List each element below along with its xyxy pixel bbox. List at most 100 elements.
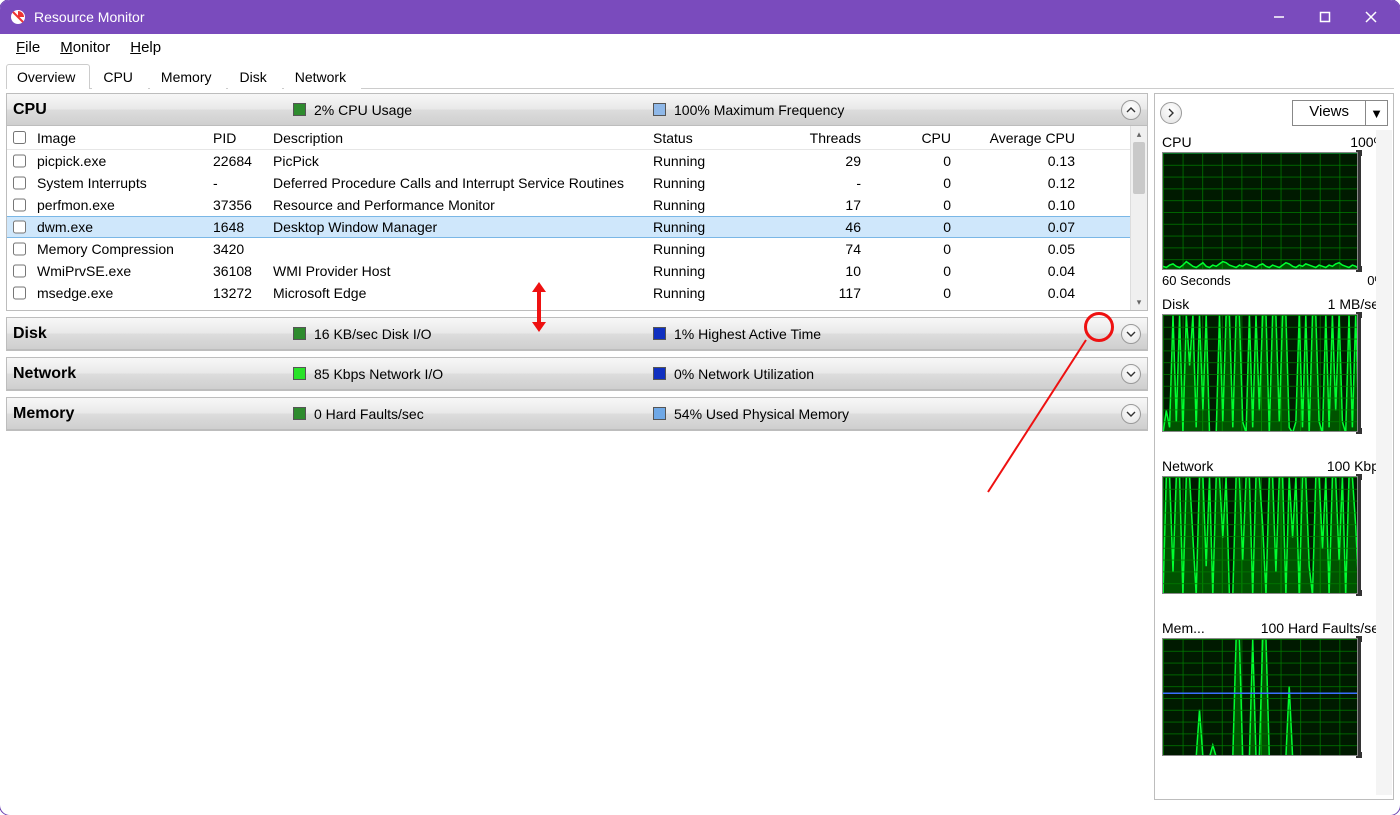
cpu-table-scrollbar[interactable]: ▴ ▾: [1130, 126, 1147, 310]
section-network-title: Network: [13, 365, 293, 383]
network-io-swatch: [293, 367, 306, 380]
cell-description: Resource and Performance Monitor: [267, 197, 647, 213]
cell-status: Running: [647, 241, 767, 257]
table-row[interactable]: dwm.exe1648Desktop Window ManagerRunning…: [7, 216, 1130, 238]
cell-status: Running: [647, 263, 767, 279]
collapse-cpu-button[interactable]: [1121, 100, 1141, 120]
row-checkbox[interactable]: [13, 264, 26, 278]
col-cpu[interactable]: CPU: [867, 130, 957, 146]
chart-memory: Mem...100 Hard Faults/sec0: [1156, 618, 1392, 780]
tab-overview[interactable]: Overview: [6, 64, 90, 89]
col-status[interactable]: Status: [647, 130, 767, 146]
cell-pid: 37356: [207, 197, 267, 213]
section-memory: Memory 0 Hard Faults/sec 54% Used Physic…: [6, 397, 1148, 431]
cpu-usage-label: 2% CPU Usage: [314, 102, 412, 118]
maximize-button[interactable]: [1302, 1, 1348, 33]
row-checkbox[interactable]: [13, 286, 26, 300]
tab-cpu[interactable]: CPU: [92, 64, 148, 89]
menubar: File Monitor Help: [0, 34, 1400, 62]
cell-cpu: 0: [867, 263, 957, 279]
table-row[interactable]: perfmon.exe37356Resource and Performance…: [7, 194, 1130, 216]
section-disk-header[interactable]: Disk 16 KB/sec Disk I/O 1% Highest Activ…: [7, 318, 1147, 350]
cell-description: WMI Provider Host: [267, 263, 647, 279]
section-cpu-header[interactable]: CPU 2% CPU Usage 100% Maximum Frequency: [7, 94, 1147, 126]
cell-image: WmiPrvSE.exe: [31, 263, 207, 279]
col-threads[interactable]: Threads: [767, 130, 867, 146]
cell-avg-cpu: 0.04: [957, 263, 1081, 279]
cell-description: Desktop Window Manager: [267, 219, 647, 235]
cell-image: dwm.exe: [31, 219, 207, 235]
menu-monitor[interactable]: Monitor: [50, 37, 120, 58]
cell-avg-cpu: 0.07: [957, 219, 1081, 235]
section-cpu: CPU 2% CPU Usage 100% Maximum Frequency …: [6, 93, 1148, 311]
col-avg-cpu[interactable]: Average CPU: [957, 130, 1081, 146]
minimize-button[interactable]: [1256, 1, 1302, 33]
row-checkbox[interactable]: [13, 220, 26, 234]
table-row[interactable]: picpick.exe22684PicPickRunning2900.13: [7, 150, 1130, 172]
scroll-down-icon[interactable]: ▾: [1131, 294, 1147, 310]
close-button[interactable]: [1348, 1, 1394, 33]
chart-canvas: [1162, 152, 1358, 270]
tab-network[interactable]: Network: [284, 64, 361, 89]
chart-title: Mem...: [1162, 620, 1205, 636]
panel-nav-button[interactable]: [1160, 102, 1182, 124]
menu-file[interactable]: File: [6, 37, 50, 58]
section-memory-header[interactable]: Memory 0 Hard Faults/sec 54% Used Physic…: [7, 398, 1147, 430]
cell-image: msedge.exe: [31, 285, 207, 301]
col-image[interactable]: Image: [31, 130, 207, 146]
chart-title: CPU: [1162, 134, 1192, 150]
select-all-checkbox[interactable]: [13, 131, 26, 144]
row-checkbox[interactable]: [13, 198, 26, 212]
cell-status: Running: [647, 285, 767, 301]
cell-cpu: 0: [867, 285, 957, 301]
menu-help[interactable]: Help: [120, 37, 171, 58]
cell-avg-cpu: 0.13: [957, 153, 1081, 169]
section-disk-title: Disk: [13, 325, 293, 343]
cell-threads: -: [767, 175, 867, 191]
cell-description: Deferred Procedure Calls and Interrupt S…: [267, 175, 647, 191]
cell-threads: 46: [767, 219, 867, 235]
cell-threads: 17: [767, 197, 867, 213]
views-dropdown[interactable]: Views ▼: [1292, 100, 1388, 126]
cell-status: Running: [647, 175, 767, 191]
col-description[interactable]: Description: [267, 130, 647, 146]
network-util-swatch: [653, 367, 666, 380]
chart-network: Network100 Kbps0: [1156, 456, 1392, 618]
tab-memory[interactable]: Memory: [150, 64, 227, 89]
cell-avg-cpu: 0.10: [957, 197, 1081, 213]
expand-disk-button[interactable]: [1121, 324, 1141, 344]
graphs-scrollbar[interactable]: [1376, 130, 1392, 795]
cell-description: Microsoft Edge: [267, 285, 647, 301]
table-row[interactable]: Memory Compression3420Running7400.05: [7, 238, 1130, 260]
section-network-header[interactable]: Network 85 Kbps Network I/O 0% Network U…: [7, 358, 1147, 390]
table-row[interactable]: System Interrupts - Deferred Procedure Cal…: [7, 172, 1130, 194]
cell-avg-cpu: 0.05: [957, 241, 1081, 257]
cell-cpu: 0: [867, 153, 957, 169]
cpu-freq-swatch: [653, 103, 666, 116]
tab-strip: Overview CPU Memory Disk Network: [0, 62, 1400, 88]
col-pid[interactable]: PID: [207, 130, 267, 146]
cell-image: System Interrupts: [31, 175, 207, 191]
row-checkbox[interactable]: [13, 154, 26, 168]
disk-io-swatch: [293, 327, 306, 340]
cell-pid: 22684: [207, 153, 267, 169]
cell-image: picpick.exe: [31, 153, 207, 169]
chart-cpu: CPU100%60 Seconds0%: [1156, 132, 1392, 294]
scroll-up-icon[interactable]: ▴: [1131, 126, 1147, 142]
cell-threads: 29: [767, 153, 867, 169]
table-row[interactable]: msedge.exe13272Microsoft EdgeRunning1170…: [7, 282, 1130, 304]
chart-canvas: [1162, 638, 1358, 756]
table-row[interactable]: WmiPrvSE.exe36108WMI Provider HostRunnin…: [7, 260, 1130, 282]
scroll-thumb[interactable]: [1133, 142, 1145, 194]
cell-status: Running: [647, 197, 767, 213]
expand-memory-button[interactable]: [1121, 404, 1141, 424]
cell-threads: 10: [767, 263, 867, 279]
chart-canvas: [1162, 476, 1358, 594]
chart-disk: Disk1 MB/sec0: [1156, 294, 1392, 456]
expand-network-button[interactable]: [1121, 364, 1141, 384]
network-io-label: 85 Kbps Network I/O: [314, 366, 443, 382]
row-checkbox[interactable]: [13, 176, 26, 190]
cell-status: Running: [647, 153, 767, 169]
row-checkbox[interactable]: [13, 242, 26, 256]
tab-disk[interactable]: Disk: [228, 64, 281, 89]
